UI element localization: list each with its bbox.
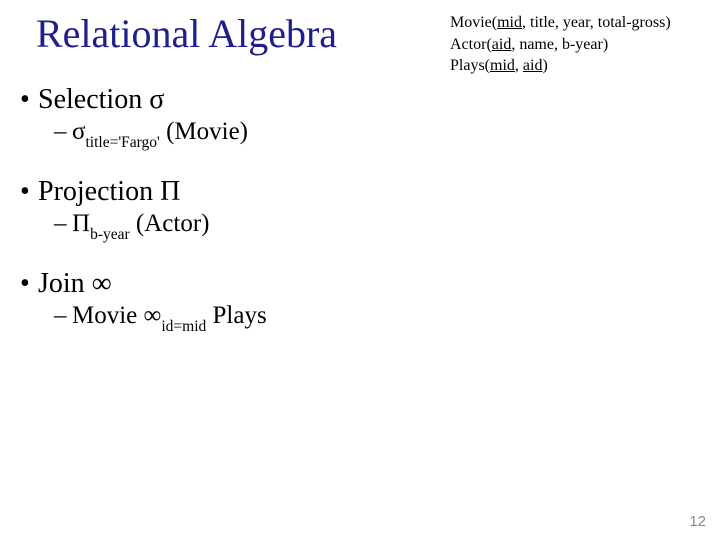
sigma-icon: σ [72, 118, 85, 145]
pi-icon: Π [160, 176, 180, 207]
schema-plays-key1: mid [490, 57, 515, 74]
bullet-icon: • [20, 268, 38, 300]
slide: Relational Algebra Movie(mid, title, yea… [0, 0, 720, 540]
page-number: 12 [689, 513, 706, 530]
join-example: –Movie ∞id=mid Plays [54, 302, 700, 334]
schema-actor-key: aid [492, 36, 512, 53]
schema-movie: Movie(mid, title, year, total-gross) [450, 12, 671, 34]
sigma-icon: σ [149, 84, 164, 115]
bullet-icon: • [20, 176, 38, 208]
join-subscript: id=mid [161, 318, 206, 335]
schema-box: Movie(mid, title, year, total-gross) Act… [450, 12, 671, 77]
slide-body: •Selection σ –σtitle='Fargo' (Movie) •Pr… [20, 80, 700, 360]
selection-arg: (Movie) [160, 118, 248, 145]
bullet-selection: •Selection σ [20, 84, 700, 116]
schema-plays-close: ) [542, 57, 547, 74]
schema-movie-rest: , title, year, total-gross) [522, 14, 671, 31]
selection-label: Selection [38, 84, 149, 115]
join-label: Join [38, 268, 92, 299]
join-left: Movie [72, 302, 144, 329]
join-right: Plays [206, 302, 266, 329]
projection-subscript: b-year [90, 226, 130, 243]
bullet-icon: • [20, 84, 38, 116]
schema-plays-key2: aid [523, 57, 543, 74]
dash-icon: – [54, 118, 72, 146]
projection-label: Projection [38, 176, 160, 207]
dash-icon: – [54, 210, 72, 238]
schema-plays-rel: Plays [450, 57, 485, 74]
selection-example: –σtitle='Fargo' (Movie) [54, 118, 700, 150]
schema-actor-rel: Actor [450, 36, 486, 53]
schema-plays: Plays(mid, aid) [450, 55, 671, 77]
join-icon: ∞ [144, 302, 162, 329]
schema-plays-sep: , [515, 57, 523, 74]
dash-icon: – [54, 302, 72, 330]
schema-movie-key: mid [497, 14, 522, 31]
schema-movie-rel: Movie [450, 14, 492, 31]
selection-subscript: title='Fargo' [85, 134, 159, 151]
schema-actor: Actor(aid, name, b-year) [450, 34, 671, 56]
schema-actor-rest: , name, b-year) [511, 36, 608, 53]
join-icon: ∞ [92, 268, 112, 299]
projection-example: –Πb-year (Actor) [54, 210, 700, 242]
projection-arg: (Actor) [130, 210, 210, 237]
slide-title: Relational Algebra [36, 10, 337, 57]
bullet-projection: •Projection Π [20, 176, 700, 208]
pi-icon: Π [72, 210, 90, 237]
bullet-join: •Join ∞ [20, 268, 700, 300]
